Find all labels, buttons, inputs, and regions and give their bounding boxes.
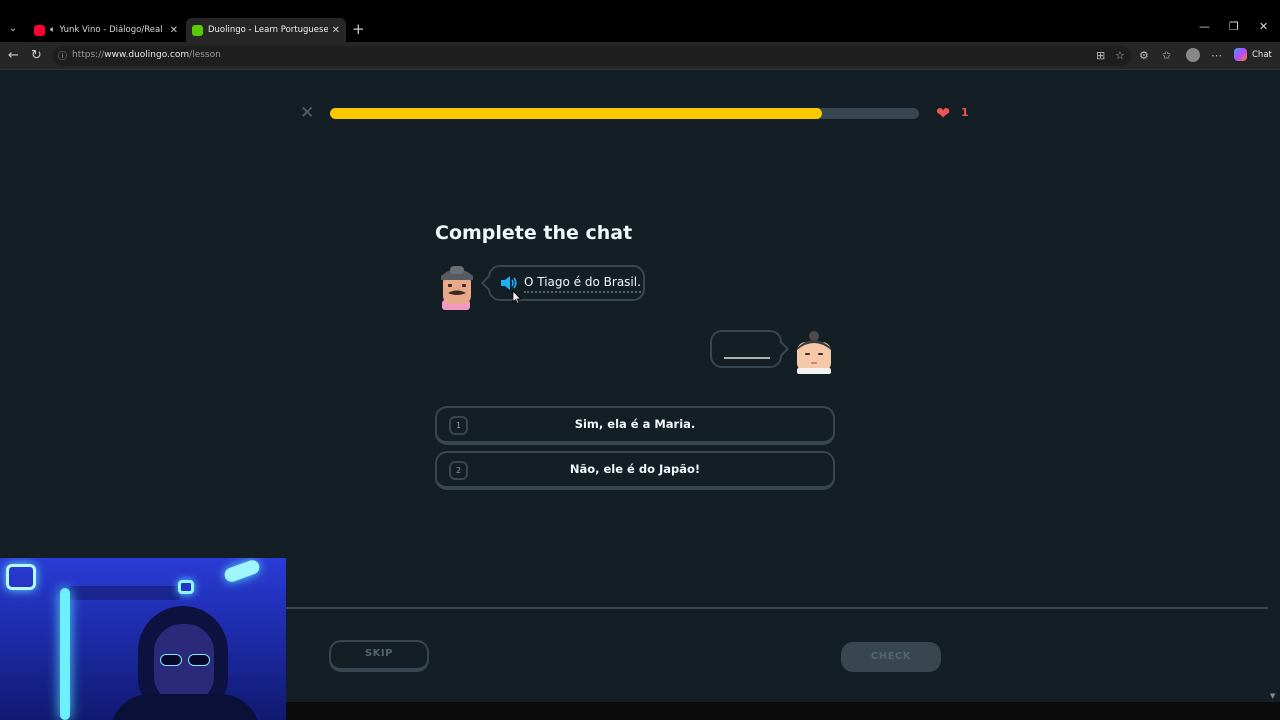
answer-blank: [724, 357, 770, 359]
tab-title: Yunk Vino - Diálogo/Real (Clip: [59, 25, 165, 35]
heart-icon: ❤: [936, 104, 951, 124]
window-close-icon[interactable]: ✕: [1259, 20, 1268, 33]
app-install-icon[interactable]: ⊞: [1096, 49, 1105, 62]
restore-icon[interactable]: ❐: [1229, 20, 1239, 33]
back-arrow-icon[interactable]: ←: [8, 48, 19, 63]
neon-light: [6, 564, 36, 590]
neon-light: [178, 580, 194, 594]
youtube-icon: [34, 24, 45, 36]
minimize-icon[interactable]: —: [1199, 20, 1210, 33]
copilot-icon: [1234, 48, 1247, 61]
hearts-count: 1: [961, 106, 969, 119]
tab-title: Duolingo - Learn Portuguese with: [208, 25, 328, 35]
browser-toolbar: ← ↻ ⓘ https://www.duolingo.com/lesson ⊞ …: [0, 42, 1280, 70]
address-bar[interactable]: ⓘ https://www.duolingo.com/lesson: [52, 46, 1132, 66]
neon-light: [60, 588, 70, 720]
progress-fill: [330, 108, 822, 119]
close-tab-icon[interactable]: ✕: [332, 25, 340, 36]
copilot-chat-button[interactable]: Chat: [1234, 48, 1272, 61]
speaker-icon[interactable]: 🔈︎: [50, 25, 55, 35]
scroll-down-arrow-icon[interactable]: ▼: [1270, 692, 1275, 700]
profile-avatar-icon[interactable]: [1186, 48, 1200, 62]
neon-light: [222, 558, 262, 584]
reload-icon[interactable]: ↻: [31, 48, 42, 63]
tab-actions-chevron-icon[interactable]: ⌄: [4, 20, 22, 38]
favorite-star-icon[interactable]: ☆: [1115, 49, 1125, 62]
favorites-icon[interactable]: ✩: [1162, 49, 1171, 62]
mouse-cursor-icon: [512, 290, 522, 304]
tab-duolingo[interactable]: Duolingo - Learn Portuguese with ✕: [186, 18, 346, 42]
answer-choice-1[interactable]: 1 Sim, ela é a Maria.: [435, 406, 835, 445]
webcam-overlay: [0, 558, 286, 720]
close-tab-icon[interactable]: ✕: [170, 25, 178, 36]
scrollbar[interactable]: ▼: [1268, 70, 1280, 702]
sunglasses: [160, 654, 212, 666]
screen: ⌄ 🔈︎ Yunk Vino - Diálogo/Real (Clip ✕ Du…: [0, 0, 1280, 720]
choice-text: Sim, ela é a Maria.: [574, 417, 696, 431]
person-body: [110, 694, 260, 720]
check-button[interactable]: CHECK: [841, 642, 941, 672]
url-text: https://www.duolingo.com/lesson: [72, 50, 221, 60]
responder-character-avatar: [797, 331, 831, 374]
more-menu-icon[interactable]: ⋯: [1211, 49, 1222, 62]
shelf: [70, 586, 180, 600]
prompt-text[interactable]: O Tiago é do Brasil.: [524, 275, 641, 293]
chat-label: Chat: [1252, 49, 1272, 60]
play-audio-speaker-icon[interactable]: [500, 275, 518, 291]
choice-text: Não, ele é do Japão!: [569, 462, 701, 476]
new-tab-plus-icon[interactable]: +: [352, 20, 365, 38]
lesson-progress-bar: [330, 108, 919, 119]
duolingo-icon: [192, 24, 203, 36]
answer-speech-bubble: [710, 330, 790, 368]
skip-button[interactable]: SKIP: [329, 640, 429, 672]
speaker-character-avatar: [441, 266, 473, 310]
site-info-icon[interactable]: ⓘ: [58, 49, 67, 62]
tab-youtube[interactable]: 🔈︎ Yunk Vino - Diálogo/Real (Clip ✕: [28, 18, 184, 42]
extensions-icon[interactable]: ⚙: [1139, 49, 1149, 62]
challenge-title: Complete the chat: [435, 222, 633, 244]
browser-tab-bar: ⌄ 🔈︎ Yunk Vino - Diálogo/Real (Clip ✕ Du…: [0, 0, 1280, 42]
close-lesson-icon[interactable]: ✕: [300, 103, 314, 123]
answer-choice-2[interactable]: 2 Não, ele é do Japão!: [435, 451, 835, 490]
